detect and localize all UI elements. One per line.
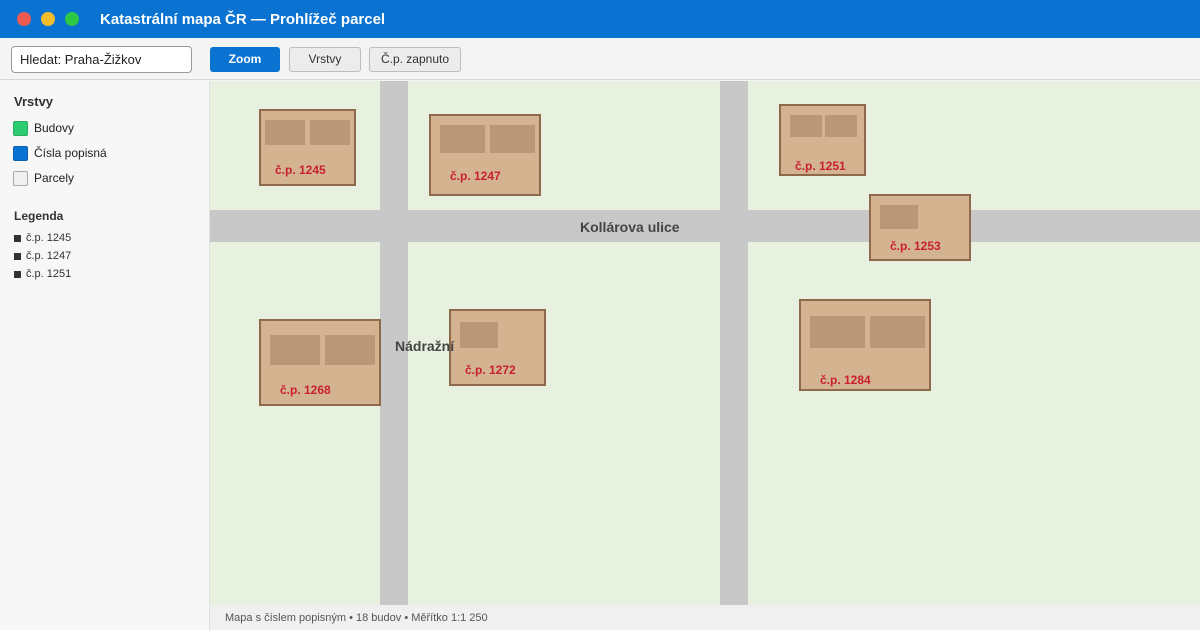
legend-marker xyxy=(14,252,21,260)
building-1245[interactable]: č.p. 1245 xyxy=(259,109,356,186)
street-label-kollarova: Kollárova ulice xyxy=(580,219,680,235)
title-bar: Katastrální mapa ČR — Prohlížeč parcel xyxy=(0,0,1200,38)
building-1268[interactable]: č.p. 1268 xyxy=(259,319,381,406)
building-inner xyxy=(810,316,865,348)
map-canvas[interactable]: Kollárova ulice č.p. 1245 č.p. 1247 č.p.… xyxy=(210,81,1200,605)
building-1251[interactable]: č.p. 1251 xyxy=(779,104,866,176)
buildings-layer-swatch xyxy=(13,120,28,136)
search-input[interactable] xyxy=(11,46,192,73)
legend-heading: Legenda xyxy=(14,209,64,223)
status-bar: Mapa s číslem popisným • 18 budov • Měří… xyxy=(210,605,1200,630)
building-label: č.p. 1272 xyxy=(465,363,516,377)
status-text: Mapa s číslem popisným • 18 budov • Měří… xyxy=(225,612,488,624)
layers-heading: Vrstvy xyxy=(14,94,54,109)
building-inner xyxy=(265,120,305,145)
building-inner xyxy=(460,322,498,348)
road-horizontal xyxy=(210,210,1200,242)
building-inner xyxy=(790,115,822,137)
building-label: č.p. 1268 xyxy=(280,383,331,397)
legend-item: č.p. 1247 xyxy=(14,250,71,262)
layer-item-parcels[interactable]: Parcely xyxy=(13,170,74,186)
layer-label: Budovy xyxy=(34,121,75,135)
layer-label: Čísla popisná xyxy=(34,146,107,160)
window-title: Katastrální mapa ČR — Prohlížeč parcel xyxy=(100,11,386,28)
sidebar: Vrstvy Budovy Čísla popisná Parcely Lege… xyxy=(0,81,210,630)
maximize-window-button[interactable] xyxy=(65,12,79,26)
legend-label: č.p. 1245 xyxy=(26,232,72,244)
parcels-layer-swatch xyxy=(13,170,28,186)
minimize-window-button[interactable] xyxy=(41,12,55,26)
road-vertical-right xyxy=(720,81,748,605)
legend-marker xyxy=(14,234,21,242)
legend-item: č.p. 1245 xyxy=(14,232,71,244)
building-inner xyxy=(325,335,375,365)
zoom-button[interactable]: Zoom xyxy=(210,47,280,72)
toolbar: Zoom Vrstvy Č.p. zapnuto xyxy=(0,38,1200,80)
legend-label: č.p. 1251 xyxy=(26,268,72,280)
building-inner xyxy=(490,125,535,153)
street-label-nadrazni: Nádražní xyxy=(395,338,455,354)
building-1253[interactable]: č.p. 1253 xyxy=(869,194,971,261)
building-label: č.p. 1245 xyxy=(275,163,326,177)
house-numbers-layer-swatch xyxy=(13,145,28,161)
building-inner xyxy=(440,125,485,153)
building-inner xyxy=(825,115,857,137)
building-inner xyxy=(880,205,918,229)
layer-item-buildings[interactable]: Budovy xyxy=(13,120,74,136)
building-inner xyxy=(310,120,350,145)
legend-marker xyxy=(14,270,21,278)
building-1247[interactable]: č.p. 1247 xyxy=(429,114,541,196)
house-numbers-toggle-button[interactable]: Č.p. zapnuto xyxy=(369,47,461,72)
building-inner xyxy=(870,316,925,348)
building-label: č.p. 1251 xyxy=(795,159,846,173)
building-inner xyxy=(270,335,320,365)
building-label: č.p. 1247 xyxy=(450,169,501,183)
layers-button[interactable]: Vrstvy xyxy=(289,47,361,72)
building-label: č.p. 1284 xyxy=(820,373,871,387)
layer-item-house-numbers[interactable]: Čísla popisná xyxy=(13,145,107,161)
building-label: č.p. 1253 xyxy=(890,239,941,253)
legend-item: č.p. 1251 xyxy=(14,268,71,280)
building-1284[interactable]: č.p. 1284 xyxy=(799,299,931,391)
legend-label: č.p. 1247 xyxy=(26,250,72,262)
close-window-button[interactable] xyxy=(17,12,31,26)
layer-label: Parcely xyxy=(34,171,75,185)
building-1272[interactable]: č.p. 1272 xyxy=(449,309,546,386)
